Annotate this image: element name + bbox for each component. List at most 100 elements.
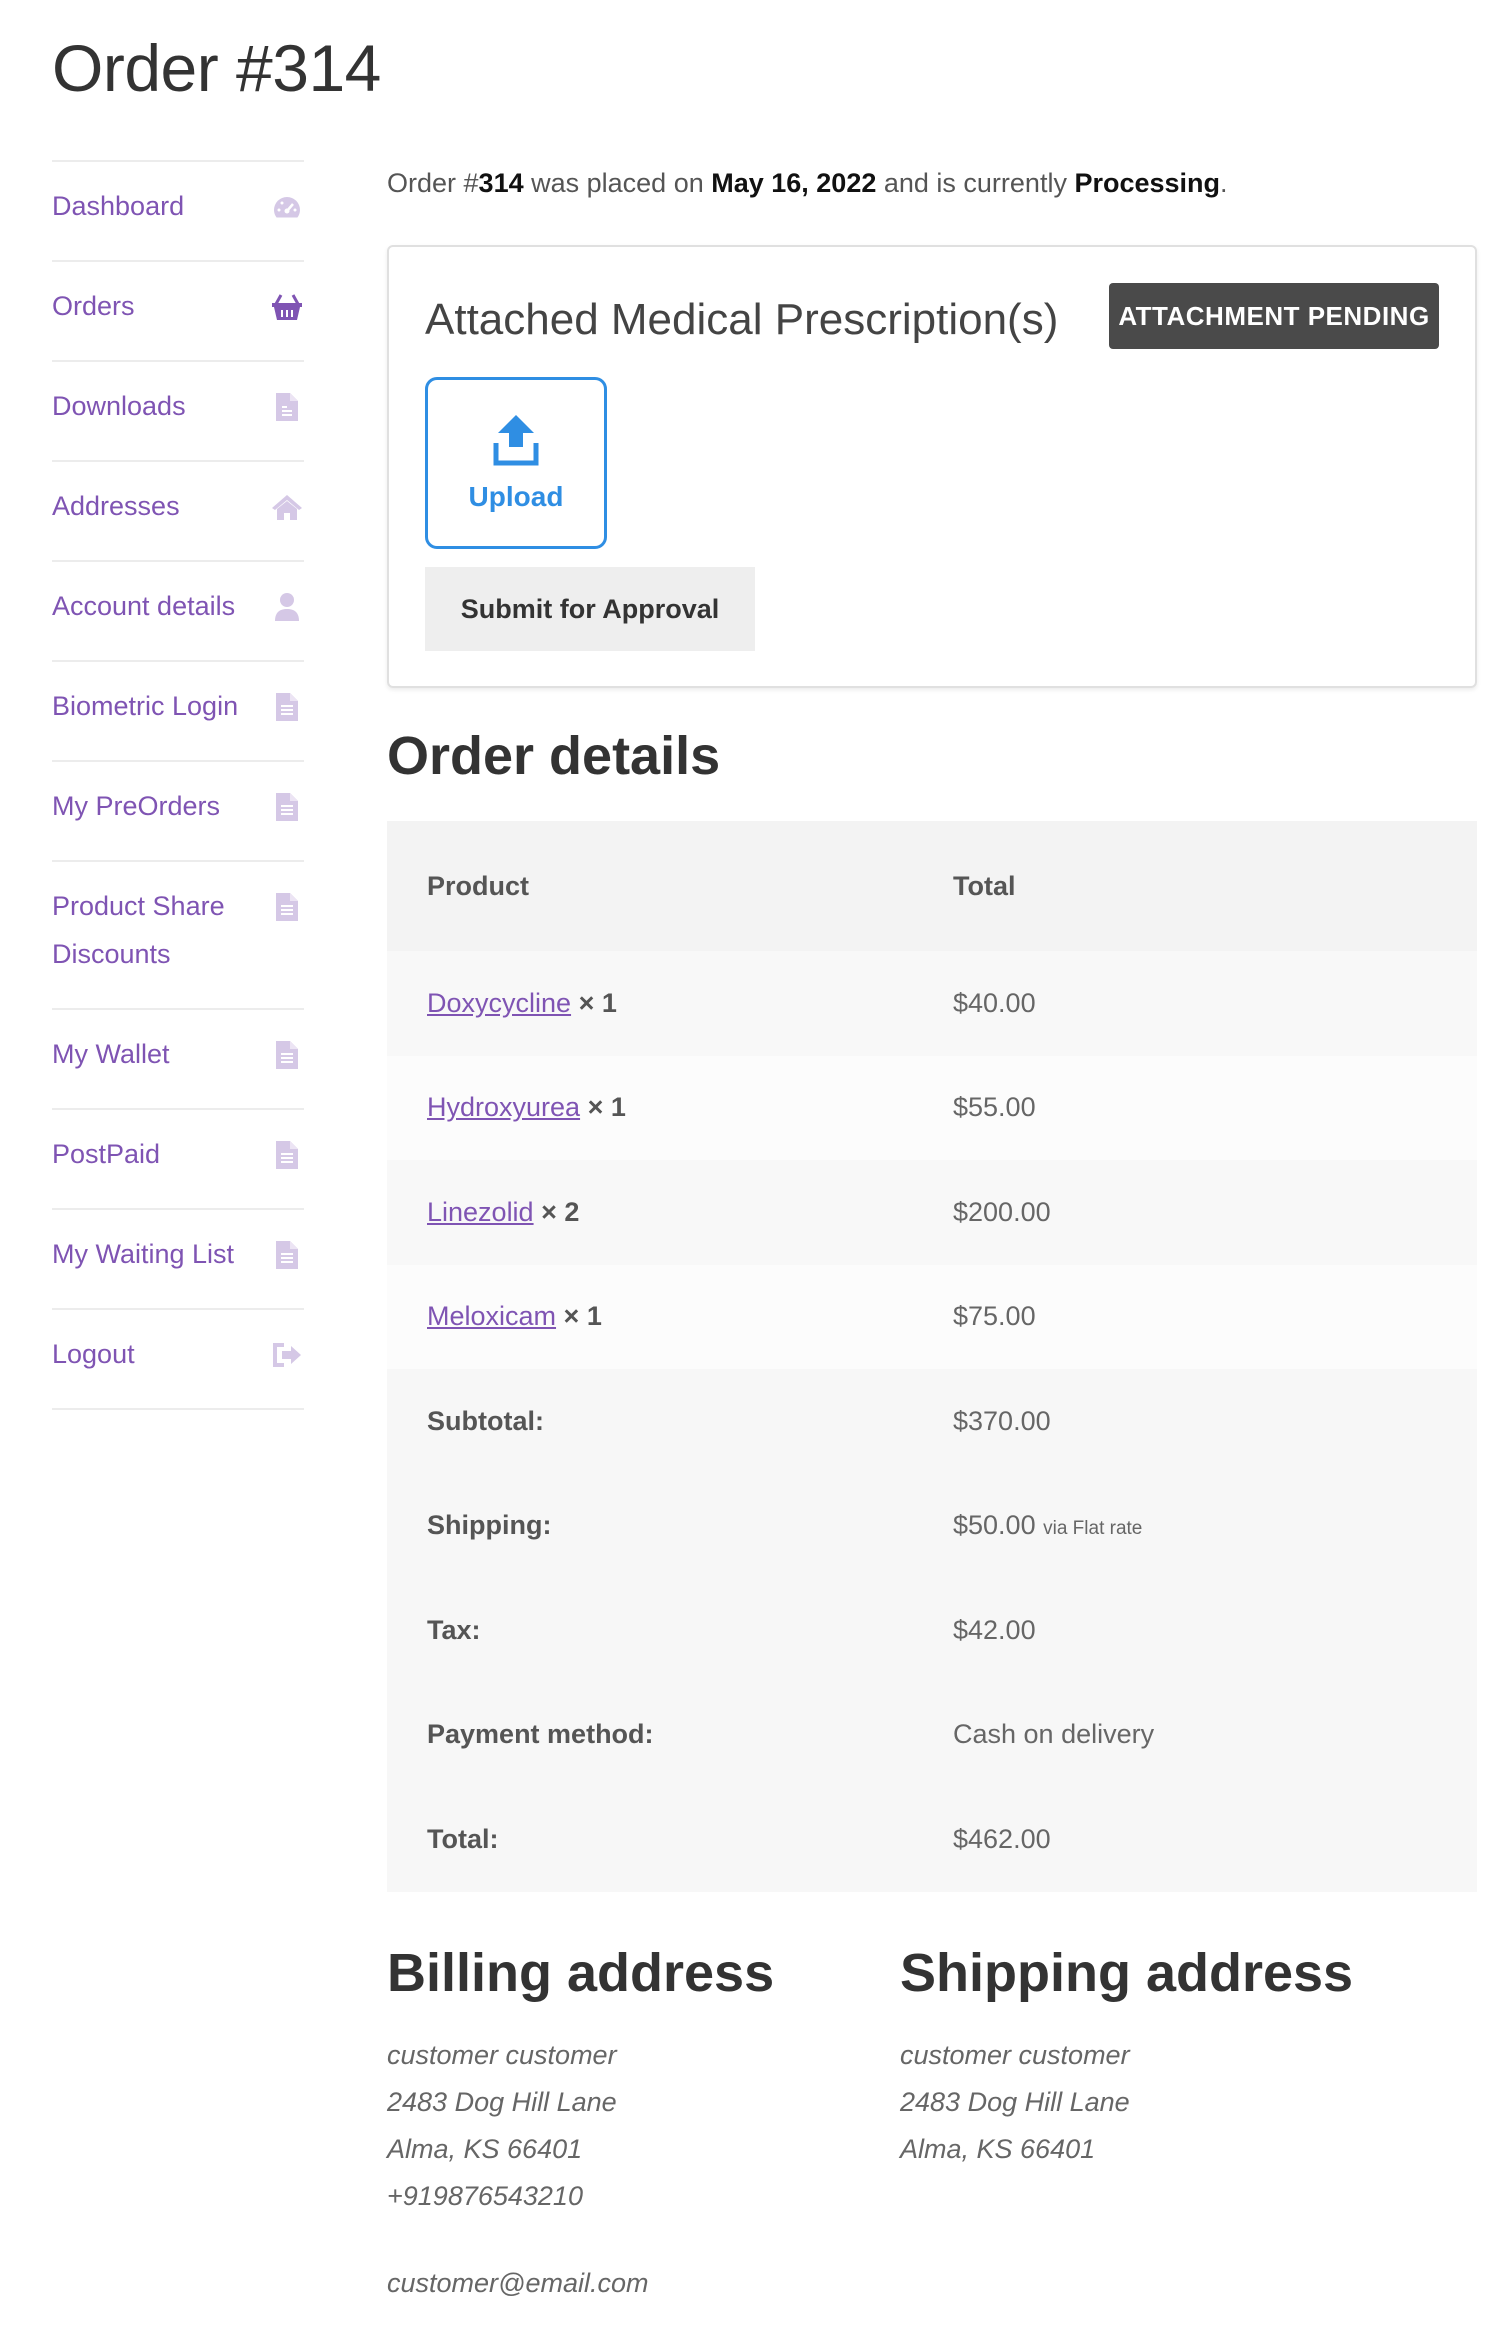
product-link[interactable]: Meloxicam	[427, 1301, 556, 1331]
document-icon	[270, 1038, 304, 1072]
totals-value: $462.00	[953, 1823, 1051, 1854]
sidebar-item-label[interactable]: Orders	[52, 282, 135, 330]
address-line: customer customer	[387, 2040, 617, 2070]
order-details-table: Product Total Doxycycline × 1 $40.00 Hyd…	[387, 821, 1477, 1892]
totals-label: Tax:	[427, 1614, 481, 1645]
shipping-method-note: via Flat rate	[1043, 1518, 1143, 1540]
address-line: customer customer	[900, 2040, 1130, 2070]
product-link[interactable]: Doxycycline	[427, 988, 571, 1018]
prescription-box: Attached Medical Prescription(s) ATTACHM…	[387, 245, 1477, 688]
sidebar-item-label[interactable]: Addresses	[52, 482, 180, 530]
totals-label: Subtotal:	[427, 1405, 544, 1436]
product-quantity: × 1	[563, 1301, 602, 1332]
basket-icon	[270, 290, 304, 324]
line-total: $200.00	[953, 1196, 1051, 1227]
table-row: Hydroxyurea × 1 $55.00	[387, 1055, 1477, 1160]
totals-value: Cash on delivery	[953, 1719, 1155, 1750]
table-row: Linezolid × 2 $200.00	[387, 1160, 1477, 1265]
shipping-address: Shipping address customer customer 2483 …	[900, 1942, 1353, 2173]
order-number: 314	[478, 168, 524, 198]
line-total: $75.00	[953, 1301, 1036, 1332]
sidebar-item-logout[interactable]: Logout	[52, 1310, 304, 1410]
address-line: 2483 Dog Hill Lane	[900, 2087, 1130, 2117]
sidebar-item-downloads[interactable]: Downloads	[52, 362, 304, 462]
upload-label: Upload	[468, 481, 564, 512]
order-details-title: Order details	[387, 726, 721, 786]
table-row: Doxycycline × 1 $40.00	[387, 951, 1477, 1056]
sidebar-item-label[interactable]: Account details	[52, 582, 235, 630]
sidebar-item-orders[interactable]: Orders	[52, 262, 304, 362]
billing-address: Billing address customer customer 2483 D…	[387, 1942, 774, 2307]
sidebar-item-label[interactable]: My PreOrders	[52, 782, 220, 830]
address-line: Alma, KS 66401	[387, 2134, 583, 2164]
address-line: Alma, KS 66401	[900, 2134, 1096, 2164]
totals-row-total: Total: $462.00	[387, 1787, 1477, 1892]
address-line: 2483 Dog Hill Lane	[387, 2087, 617, 2117]
totals-row-tax: Tax: $42.00	[387, 1578, 1477, 1683]
sidebar-item-addresses[interactable]: Addresses	[52, 462, 304, 562]
sidebar-item-biometric-login[interactable]: Biometric Login	[52, 662, 304, 762]
order-status: Processing	[1074, 168, 1221, 198]
document-icon	[270, 1138, 304, 1172]
sidebar-item-account-details[interactable]: Account details	[52, 562, 304, 662]
intro-suffix: .	[1220, 168, 1228, 198]
billing-phone: +919876543210	[387, 2181, 583, 2211]
product-quantity: × 1	[587, 1092, 626, 1123]
prescription-title: Attached Medical Prescription(s)	[425, 295, 1059, 344]
totals-value: $42.00	[953, 1614, 1036, 1645]
shipping-address-title: Shipping address	[900, 1943, 1354, 2003]
logout-icon	[270, 1338, 304, 1372]
sidebar-item-label[interactable]: Logout	[52, 1330, 135, 1378]
product-link[interactable]: Linezolid	[427, 1197, 534, 1227]
order-main: Order #314 was placed on May 16, 2022 an…	[387, 160, 1477, 1892]
table-row: Meloxicam × 1 $75.00	[387, 1264, 1477, 1369]
sidebar-item-label[interactable]: Downloads	[52, 382, 186, 430]
sidebar-item-postpaid[interactable]: PostPaid	[52, 1110, 304, 1210]
product-quantity: × 2	[541, 1196, 580, 1227]
table-header: Product Total	[387, 821, 1477, 951]
product-link[interactable]: Hydroxyurea	[427, 1092, 580, 1122]
document-icon	[270, 1238, 304, 1272]
line-total: $40.00	[953, 987, 1036, 1018]
column-header-product: Product	[427, 870, 530, 901]
intro-text: and is currently	[876, 168, 1075, 198]
dashboard-icon	[270, 190, 304, 224]
sidebar-item-label[interactable]: My Wallet	[52, 1030, 170, 1078]
page-title: Order #314	[52, 31, 381, 105]
totals-row-subtotal: Subtotal: $370.00	[387, 1369, 1477, 1474]
file-icon	[270, 390, 304, 424]
table-body: Doxycycline × 1 $40.00 Hydroxyurea × 1 $…	[387, 951, 1477, 1369]
sidebar-item-label[interactable]: Biometric Login	[52, 682, 238, 730]
totals-row-shipping: Shipping: $50.00 via Flat rate	[387, 1473, 1477, 1578]
product-quantity: × 1	[578, 987, 617, 1018]
intro-prefix: Order #	[387, 168, 479, 198]
totals-label: Payment method:	[427, 1719, 654, 1750]
user-icon	[270, 590, 304, 624]
sidebar-item-product-share-discounts[interactable]: Product Share Discounts	[52, 862, 304, 1010]
sidebar-item-dashboard[interactable]: Dashboard	[52, 162, 304, 262]
totals-row-payment-method: Payment method: Cash on delivery	[387, 1682, 1477, 1787]
document-icon	[270, 790, 304, 824]
intro-text: was placed on	[523, 168, 712, 198]
order-intro: Order #314 was placed on May 16, 2022 an…	[387, 160, 1477, 206]
status-badge: ATTACHMENT PENDING	[1109, 283, 1439, 349]
document-icon	[270, 890, 304, 924]
sidebar-item-my-wallet[interactable]: My Wallet	[52, 1010, 304, 1110]
home-icon	[270, 490, 304, 524]
totals-label: Shipping:	[427, 1510, 552, 1541]
sidebar-item-label[interactable]: Product Share Discounts	[52, 882, 242, 978]
totals-label: Total:	[427, 1823, 499, 1854]
column-header-total: Total	[953, 870, 1016, 901]
sidebar-item-label[interactable]: Dashboard	[52, 182, 184, 230]
order-date: May 16, 2022	[711, 168, 877, 198]
sidebar-item-label[interactable]: PostPaid	[52, 1130, 160, 1178]
sidebar-item-my-preorders[interactable]: My PreOrders	[52, 762, 304, 862]
upload-button[interactable]: Upload	[425, 377, 607, 549]
sidebar-item-label[interactable]: My Waiting List	[52, 1230, 234, 1278]
submit-for-approval-button[interactable]: Submit for Approval	[425, 567, 755, 651]
line-total: $55.00	[953, 1092, 1036, 1123]
sidebar-item-my-waiting-list[interactable]: My Waiting List	[52, 1210, 304, 1310]
totals-value: $50.00	[953, 1510, 1036, 1541]
billing-address-title: Billing address	[387, 1943, 775, 2003]
account-navigation: Dashboard Orders Downloads Addresses Acc…	[52, 160, 304, 1410]
